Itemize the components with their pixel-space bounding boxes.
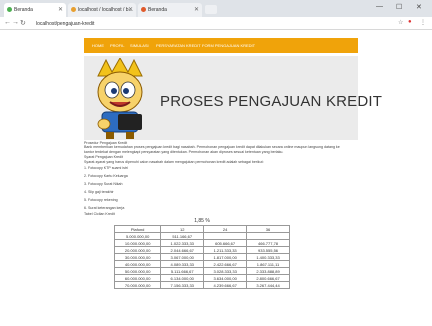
list-item: 2. Fotocopy Kartu Keluarga <box>84 174 128 178</box>
table-cell: 605.666,67 <box>203 239 248 247</box>
tab-label: Beranda <box>14 7 33 13</box>
minimize-button[interactable]: — <box>376 3 383 10</box>
table-cell: 4.089.333,33 <box>160 260 205 268</box>
table-row: 20.000.000,00 2.044.666,67 1.211.333,33 … <box>113 246 290 254</box>
column-header: 24 <box>203 225 248 233</box>
table-cell: 2.044.666,67 <box>160 246 205 254</box>
column-header: Plafond <box>113 225 162 233</box>
browser-tab-3[interactable]: Beranda ✕ <box>138 3 202 17</box>
table-row: 70.000.000,00 7.156.333,33 4.239.666,67 … <box>113 281 290 289</box>
tab-favicon-icon <box>141 7 146 12</box>
table-cell <box>246 232 290 240</box>
table-row: 40.000.000,00 4.089.333,33 2.422.666,67 … <box>113 260 290 268</box>
tab-label: localhost / localhost / b... <box>78 7 133 13</box>
close-tab-icon[interactable]: ✕ <box>128 6 133 13</box>
installment-table: 1,85 % Plafond 12 24 36 5.000.000,00 511… <box>113 218 290 289</box>
table-cell: 466.777,78 <box>246 239 290 247</box>
back-icon[interactable]: ← <box>4 19 11 26</box>
hero-banner: PROSES PENGAJUAN KREDIT <box>84 56 382 140</box>
content-section: Prosedur Pengajuan Kredit Bank memberika… <box>84 141 358 164</box>
table-cell: 5.000.000,00 <box>113 232 162 240</box>
mascot-illustration <box>97 58 143 139</box>
table-cell: 933.555,56 <box>246 246 290 254</box>
table-cell: 7.156.333,33 <box>160 281 205 289</box>
menu-icon[interactable]: ⋮ <box>420 19 426 26</box>
nav-home-link[interactable]: HOME <box>92 43 104 48</box>
column-header: 36 <box>246 225 290 233</box>
table-cell: 6.134.000,00 <box>160 274 205 282</box>
table-cell: 1.022.333,33 <box>160 239 205 247</box>
tab-label: Beranda <box>148 7 167 13</box>
table-cell: 50.000.000,00 <box>113 267 162 275</box>
table-cell: 1.400.333,33 <box>246 253 290 261</box>
table-cell: 20.000.000,00 <box>113 246 162 254</box>
table-cell: 5.111.666,67 <box>160 267 205 275</box>
table-cell: 1.867.111,11 <box>246 260 290 268</box>
table-cell: 1.817.000,00 <box>203 253 248 261</box>
table-cell: 2.333.888,89 <box>246 267 290 275</box>
table-cell: 30.000.000,00 <box>113 253 162 261</box>
paragraph: kantor terdekat dengan melengkapi persya… <box>84 149 284 154</box>
tab-favicon-icon <box>71 7 76 12</box>
table-cell: 4.239.666,67 <box>203 281 248 289</box>
close-tab-icon[interactable]: ✕ <box>58 6 63 13</box>
paragraph: Syarat-syarat yang harus dipenuhi calon … <box>84 159 264 164</box>
forward-icon[interactable]: → <box>12 19 19 26</box>
nav-persyaratan-link[interactable]: PERSYARATAN KREDIT <box>156 43 201 48</box>
nav-profil-link[interactable]: PROFIL <box>110 43 124 48</box>
extension-icon[interactable]: ● <box>408 19 412 25</box>
list-item: 4. Slip gaji terakhir <box>84 190 114 194</box>
url-input[interactable]: localhost/pengajuan-kredit <box>30 19 390 28</box>
table-cell: 1.211.333,33 <box>203 246 248 254</box>
table-cell: 10.000.000,00 <box>113 239 162 247</box>
table-cell: 3.028.333,33 <box>203 267 248 275</box>
tab-favicon-icon <box>7 7 12 12</box>
reload-icon[interactable]: ↻ <box>20 19 26 27</box>
list-item: 5. Fotocopy rekening <box>84 198 118 202</box>
table-row: 50.000.000,00 5.111.666,67 3.028.333,33 … <box>113 267 290 275</box>
close-window-button[interactable]: ✕ <box>416 3 422 11</box>
table-header-row: Plafond 12 24 36 <box>113 225 290 233</box>
list-item: 1. Fotocopy KTP suami istri <box>84 166 128 170</box>
table-cell: 2.422.666,67 <box>203 260 248 268</box>
maximize-button[interactable]: ☐ <box>396 3 402 11</box>
table-cell: 3.634.000,00 <box>203 274 248 282</box>
address-bar-row: ← → ↻ localhost/pengajuan-kredit ☆ ● ⋮ <box>0 17 432 30</box>
installment-table-grid: Plafond 12 24 36 5.000.000,00 511.166,67… <box>113 225 290 289</box>
browser-tab-2[interactable]: localhost / localhost / b... ✕ <box>68 3 136 17</box>
column-header: 12 <box>160 225 205 233</box>
close-tab-icon[interactable]: ✕ <box>194 6 199 13</box>
browser-tab-strip: Beranda ✕ localhost / localhost / b... ✕… <box>0 0 432 17</box>
table-cell: 2.800.666,67 <box>246 274 290 282</box>
table-row: 30.000.000,00 3.067.000,00 1.817.000,00 … <box>113 253 290 261</box>
table-cell: 3.267.444,44 <box>246 281 290 289</box>
table-cell: 3.067.000,00 <box>160 253 205 261</box>
page-title: PROSES PENGAJUAN KREDIT <box>160 93 383 110</box>
interest-rate: 1,85 % <box>194 218 210 224</box>
nav-form-link[interactable]: FORM PENGAJUAN KREDIT <box>202 43 255 48</box>
browser-tab-1[interactable]: Beranda ✕ <box>4 3 66 17</box>
list-item: 6. Surat keterangan kerja <box>84 206 125 210</box>
new-tab-button[interactable] <box>205 5 217 14</box>
nav-simulasi-link[interactable]: SIMULASI <box>130 43 149 48</box>
star-icon[interactable]: ☆ <box>398 19 403 26</box>
table-row: 5.000.000,00 511.166,67 <box>113 232 290 240</box>
table-row: 10.000.000,00 1.022.333,33 605.666,67 46… <box>113 239 290 247</box>
table-cell: 60.000.000,00 <box>113 274 162 282</box>
table-caption: Tabel Cicilan Kredit <box>84 212 115 216</box>
table-cell <box>203 232 248 240</box>
site-navbar: HOME PROFIL SIMULASI PERSYARATAN KREDIT … <box>84 38 358 53</box>
table-row: 60.000.000,00 6.134.000,00 3.634.000,00 … <box>113 274 290 282</box>
table-cell: 511.166,67 <box>160 232 205 240</box>
list-item: 3. Fotocopy Surat Nikah <box>84 182 123 186</box>
table-cell: 40.000.000,00 <box>113 260 162 268</box>
table-cell: 70.000.000,00 <box>113 281 162 289</box>
